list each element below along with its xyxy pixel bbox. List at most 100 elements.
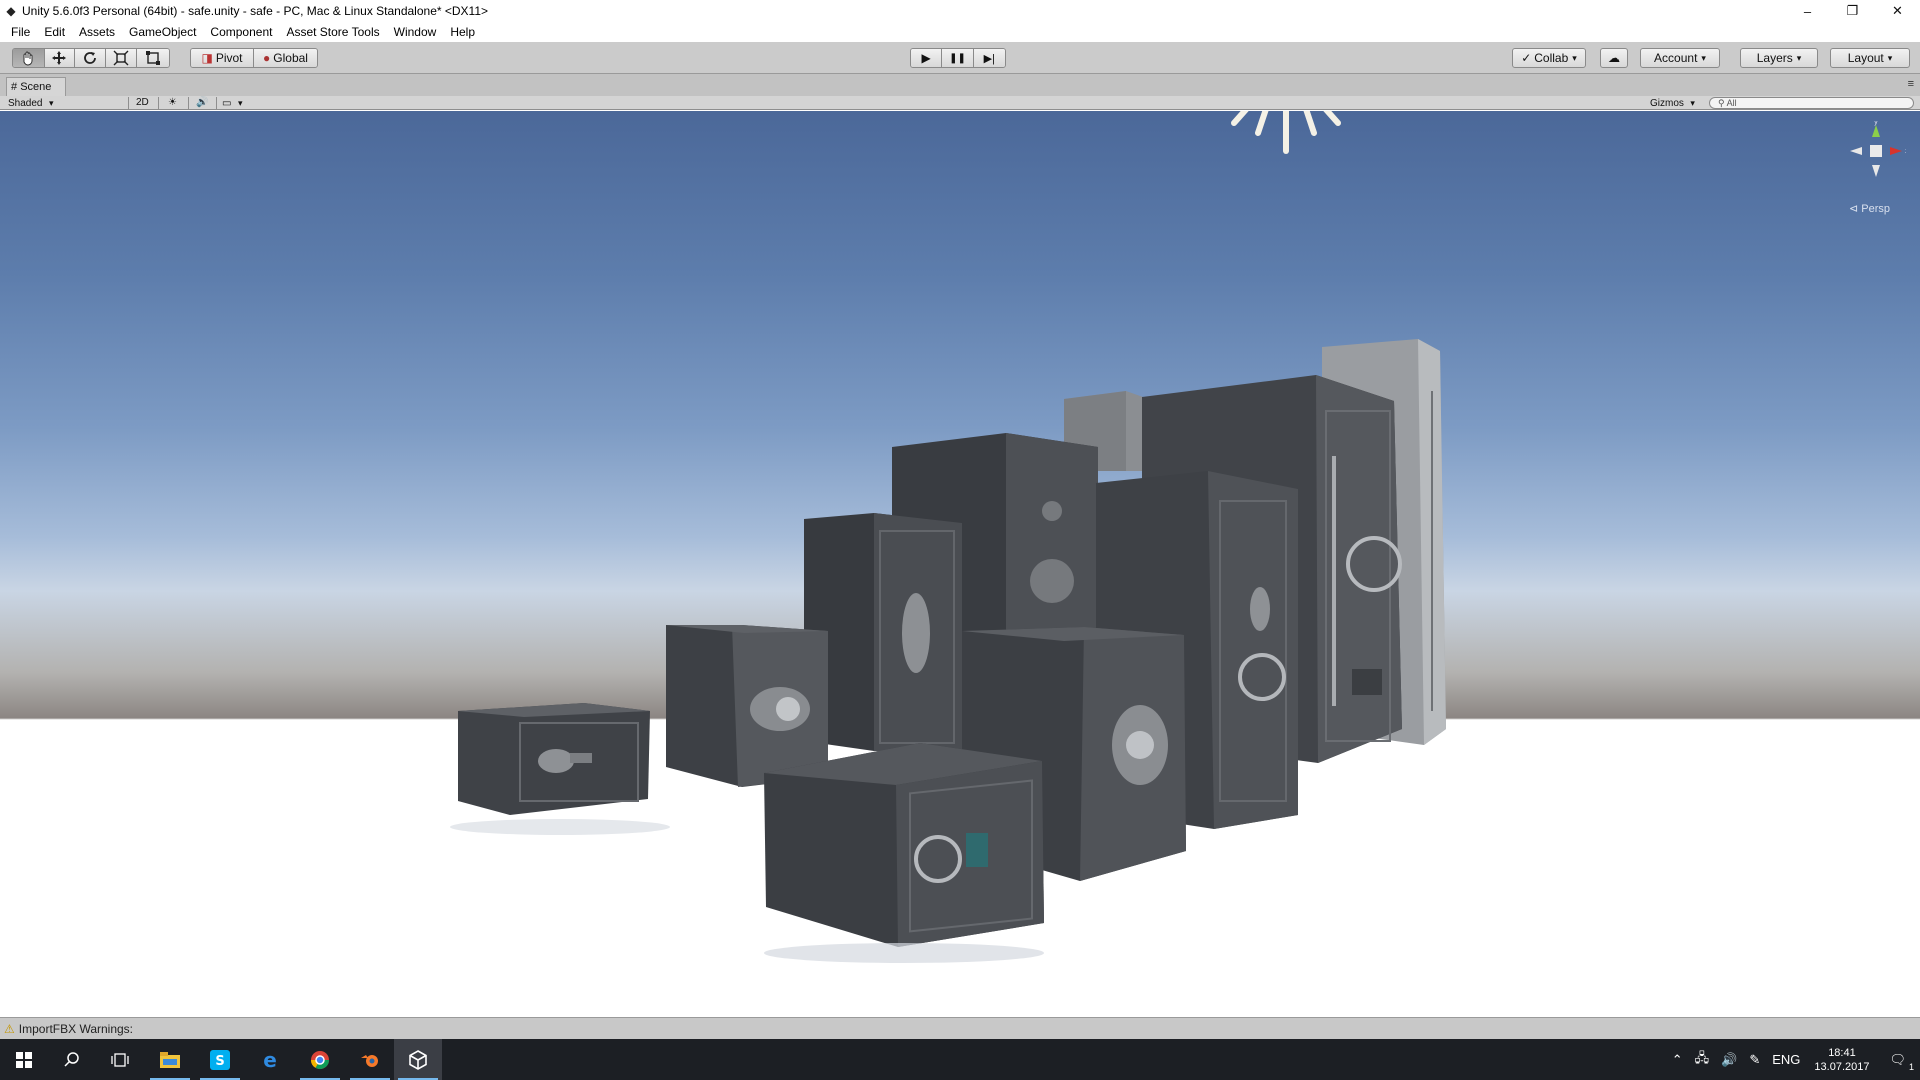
projection-label[interactable]: ⊲ Persp: [1849, 202, 1890, 215]
safe-small-left[interactable]: [666, 625, 828, 787]
cloud-button[interactable]: ☁: [1600, 48, 1628, 68]
effects-dropdown-icon[interactable]: ▭: [222, 96, 242, 110]
menu-file[interactable]: File: [4, 22, 37, 42]
y-axis-cone: [1872, 125, 1880, 137]
collab-label: Collab: [1534, 51, 1569, 65]
shading-mode-dropdown[interactable]: Shaded: [8, 96, 120, 110]
svg-text:y: y: [1874, 121, 1878, 126]
safe-front-digital[interactable]: [764, 743, 1044, 947]
skype-icon[interactable]: S: [196, 1039, 244, 1080]
layout-dropdown[interactable]: Layout: [1830, 48, 1910, 68]
scene-toolbar: Shaded 2D ☀ 🔊 ▭ Gizmos ⚲ All: [0, 96, 1920, 110]
step-button[interactable]: ▶|: [973, 49, 1005, 67]
notification-icon[interactable]: 🗨 1: [1883, 1052, 1920, 1072]
audio-toggle-icon[interactable]: 🔊: [196, 96, 208, 110]
move-icon: [52, 51, 67, 65]
search-icon[interactable]: [48, 1039, 96, 1080]
safe-tiny-keypad[interactable]: [458, 703, 650, 815]
rect-transform-icon: [146, 51, 161, 65]
status-bar[interactable]: ⚠ ImportFBX Warnings:: [0, 1017, 1920, 1039]
language-indicator[interactable]: ENG: [1766, 1052, 1806, 1067]
neg-x-axis-cone: [1850, 147, 1862, 155]
2d-toggle[interactable]: 2D: [136, 96, 149, 110]
play-button[interactable]: ▶: [911, 49, 943, 67]
globe-icon: ●: [263, 51, 271, 65]
pause-button[interactable]: ❚❚: [942, 49, 974, 67]
menu-gameobject[interactable]: GameObject: [122, 22, 203, 42]
pen-icon[interactable]: ✎: [1743, 1052, 1766, 1068]
scene-viewport[interactable]: y x ⊲ Persp: [0, 111, 1920, 1017]
scale-tool-button[interactable]: [105, 49, 138, 67]
transform-tools: [12, 48, 170, 68]
window-title: Unity 5.6.0f3 Personal (64bit) - safe.un…: [22, 4, 489, 18]
chrome-icon[interactable]: [296, 1039, 344, 1080]
warning-icon: ⚠: [4, 1021, 15, 1036]
rotate-tool-button[interactable]: [75, 49, 106, 67]
hand-icon: [23, 51, 33, 66]
unity-taskbar-icon[interactable]: [394, 1039, 442, 1080]
orientation-gizmo[interactable]: y x: [1846, 121, 1906, 181]
hand-tool-button[interactable]: [13, 49, 45, 67]
main-toolbar: ◨ Pivot ● Global ▶ ❚❚ ▶| ✓ Collab ☁ Acco…: [0, 42, 1920, 74]
divider: [158, 97, 159, 109]
pivot-icon: ◨: [201, 51, 213, 65]
layers-dropdown[interactable]: Layers: [1740, 48, 1818, 68]
step-icon: ▶|: [983, 52, 995, 65]
tab-scene[interactable]: # Scene: [6, 77, 66, 96]
rect-tool-button[interactable]: [137, 49, 169, 67]
notification-count: 1: [1908, 1061, 1914, 1072]
menu-window[interactable]: Window: [387, 22, 444, 42]
clock[interactable]: 18:41 13.07.2017: [1806, 1046, 1883, 1074]
restore-button[interactable]: ❐: [1830, 0, 1875, 22]
file-explorer-icon[interactable]: [146, 1039, 194, 1080]
system-tray: ⌃ 🖧 🔊 ✎ ENG 18:41 13.07.2017 🗨 1: [1666, 1039, 1920, 1080]
task-view-icon[interactable]: [96, 1039, 144, 1080]
move-tool-button[interactable]: [44, 49, 76, 67]
windows-start-icon[interactable]: [0, 1039, 48, 1080]
clock-date: 13.07.2017: [1814, 1060, 1870, 1073]
svg-text:e: e: [263, 1050, 277, 1070]
divider: [128, 97, 129, 109]
neg-y-axis-cone: [1872, 165, 1880, 177]
edge-browser-icon[interactable]: e: [246, 1039, 294, 1080]
global-button[interactable]: ● Global: [254, 49, 317, 67]
svg-text:x: x: [1905, 147, 1906, 155]
menu-help[interactable]: Help: [443, 22, 482, 42]
pivot-button[interactable]: ◨ Pivot: [191, 49, 255, 67]
persp-icon: ⊲: [1848, 203, 1862, 215]
search-placeholder: All: [1726, 98, 1737, 108]
menu-edit[interactable]: Edit: [37, 22, 72, 42]
menu-asset-store-tools[interactable]: Asset Store Tools: [279, 22, 386, 42]
collab-button[interactable]: ✓ Collab: [1512, 48, 1586, 68]
scale-icon: [113, 50, 129, 66]
chevron-up-icon[interactable]: ⌃: [1666, 1052, 1689, 1068]
account-dropdown[interactable]: Account: [1640, 48, 1720, 68]
cloud-icon: ☁: [1608, 51, 1620, 65]
unity-logo-icon: ◆: [6, 4, 16, 18]
divider: [216, 97, 217, 109]
minimize-button[interactable]: –: [1785, 0, 1830, 22]
window-controls: – ❐ ✕: [1785, 0, 1920, 22]
pivot-global-toggle: ◨ Pivot ● Global: [190, 48, 318, 68]
close-button[interactable]: ✕: [1875, 0, 1920, 22]
scene-render: [450, 111, 1446, 963]
check-circle-icon: ✓: [1521, 51, 1532, 65]
divider: [188, 97, 189, 109]
menu-component[interactable]: Component: [203, 22, 279, 42]
scene-search-input[interactable]: ⚲ All: [1709, 97, 1914, 109]
panel-menu-icon[interactable]: ≡: [1908, 78, 1914, 90]
network-icon[interactable]: 🖧: [1689, 1049, 1716, 1071]
rotate-icon: [84, 52, 96, 64]
lighting-toggle-icon[interactable]: ☀: [168, 96, 177, 110]
menu-assets[interactable]: Assets: [72, 22, 122, 42]
pause-icon: ❚❚: [949, 52, 966, 64]
blender-icon[interactable]: [346, 1039, 394, 1080]
search-icon: ⚲: [1718, 98, 1727, 108]
scene-tab-label: Scene: [20, 81, 52, 93]
directional-light-icon[interactable]: [1231, 111, 1341, 154]
x-axis-cone: [1890, 147, 1902, 155]
volume-icon[interactable]: 🔊: [1715, 1052, 1743, 1068]
status-message: ImportFBX Warnings:: [18, 1021, 134, 1036]
gizmos-dropdown[interactable]: Gizmos: [1650, 96, 1695, 110]
clock-time: 18:41: [1828, 1046, 1856, 1059]
